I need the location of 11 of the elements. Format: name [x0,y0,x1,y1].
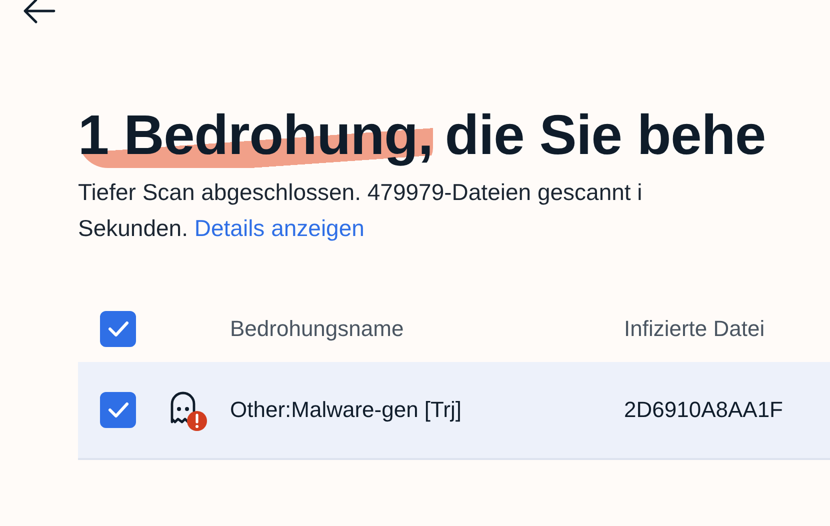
infected-file: 2D6910A8AA1F [624,397,783,423]
column-header[interactable]: Bedrohungsname [230,316,624,342]
scan-summary: Tiefer Scan abgeschlossen. 479979-Dateien gescannt i Sekunden. Details anzeigen [78,178,644,243]
threat-name: Other:Malware-gen [Trj] [230,397,462,423]
heading-text: die Sie behe [444,103,766,166]
back-arrow-icon[interactable] [22,0,56,24]
select-all-checkbox[interactable] [100,311,136,347]
row-checkbox[interactable] [100,392,136,428]
column-header[interactable]: Infizierte Datei [624,316,765,342]
threat-row[interactable]: Other:Malware-gen [Trj] 2D6910A8AA1F [78,362,830,460]
details-link[interactable]: Details anzeigen [194,215,364,241]
